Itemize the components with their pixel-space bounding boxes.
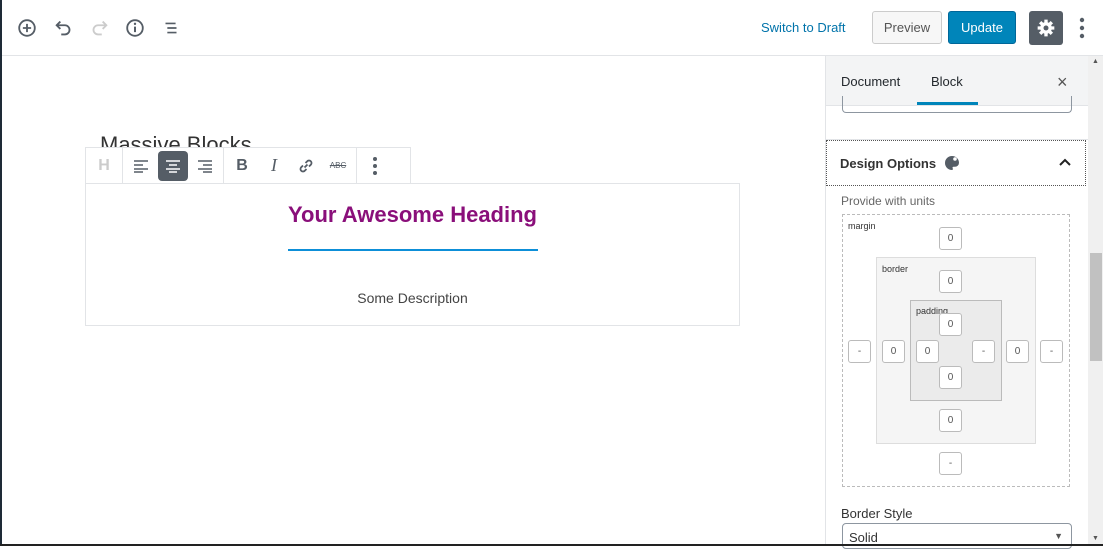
heading-level-button[interactable]: H [89,151,119,181]
undo-icon[interactable] [52,16,76,40]
tab-document[interactable]: Document [841,74,900,89]
settings-gear-icon[interactable] [1029,11,1063,45]
strikethrough-icon[interactable]: ABC [323,151,353,181]
block-more-icon[interactable] [360,151,390,181]
partial-input-field[interactable] [842,96,1072,113]
align-center-icon[interactable] [158,150,188,181]
padding-top-input[interactable]: 0 [939,313,962,336]
padding-right-input[interactable]: - [972,340,995,363]
add-block-icon[interactable] [15,16,39,40]
italic-icon[interactable]: I [259,151,289,181]
switch-to-draft-link[interactable]: Switch to Draft [761,20,846,35]
align-right-icon[interactable] [190,151,220,181]
close-sidebar-button[interactable]: × [1057,72,1068,93]
padding-bottom-input[interactable]: 0 [939,366,962,389]
heading-separator [288,249,538,251]
redo-icon[interactable] [87,16,111,40]
align-left-icon[interactable] [126,151,156,181]
scroll-down-icon[interactable]: ▼ [1092,535,1099,542]
block-description[interactable]: Some Description [85,290,740,306]
margin-bottom-input[interactable]: - [939,452,962,475]
border-right-input[interactable]: 0 [1006,340,1029,363]
update-button[interactable]: Update [948,11,1016,44]
border-style-label: Border Style [841,506,913,521]
border-left-input[interactable]: 0 [882,340,905,363]
margin-top-input[interactable]: 0 [939,227,962,250]
dropdown-arrow-icon: ▼ [1054,531,1063,541]
info-icon[interactable] [123,16,147,40]
design-options-panel-toggle[interactable]: Design Options [826,140,1086,186]
margin-label: margin [848,221,876,231]
panel-title: Design Options [840,155,937,171]
border-top-input[interactable]: 0 [939,270,962,293]
more-options-icon[interactable] [1074,16,1090,40]
margin-left-input[interactable]: - [848,340,871,363]
border-style-value: Solid [849,530,878,545]
block-toolbar: H B I ABC [85,147,411,184]
chevron-up-icon[interactable] [1057,154,1073,170]
outline-icon[interactable] [159,16,183,40]
bold-icon[interactable]: B [227,151,257,181]
border-label: border [882,264,909,274]
block-title: Massive Blocks [100,132,252,147]
palette-icon [945,156,960,170]
link-icon[interactable] [291,151,321,181]
block-heading[interactable]: Your Awesome Heading [85,202,740,228]
scrollbar-thumb[interactable] [1090,253,1102,361]
units-hint: Provide with units [841,194,936,208]
border-bottom-input[interactable]: 0 [939,409,962,432]
margin-right-input[interactable]: - [1040,340,1063,363]
scroll-up-icon[interactable]: ▲ [1092,58,1099,65]
preview-button[interactable]: Preview [872,11,942,44]
padding-left-input[interactable]: 0 [916,340,939,363]
admin-edge [0,0,2,546]
tab-block[interactable]: Block [931,74,963,89]
